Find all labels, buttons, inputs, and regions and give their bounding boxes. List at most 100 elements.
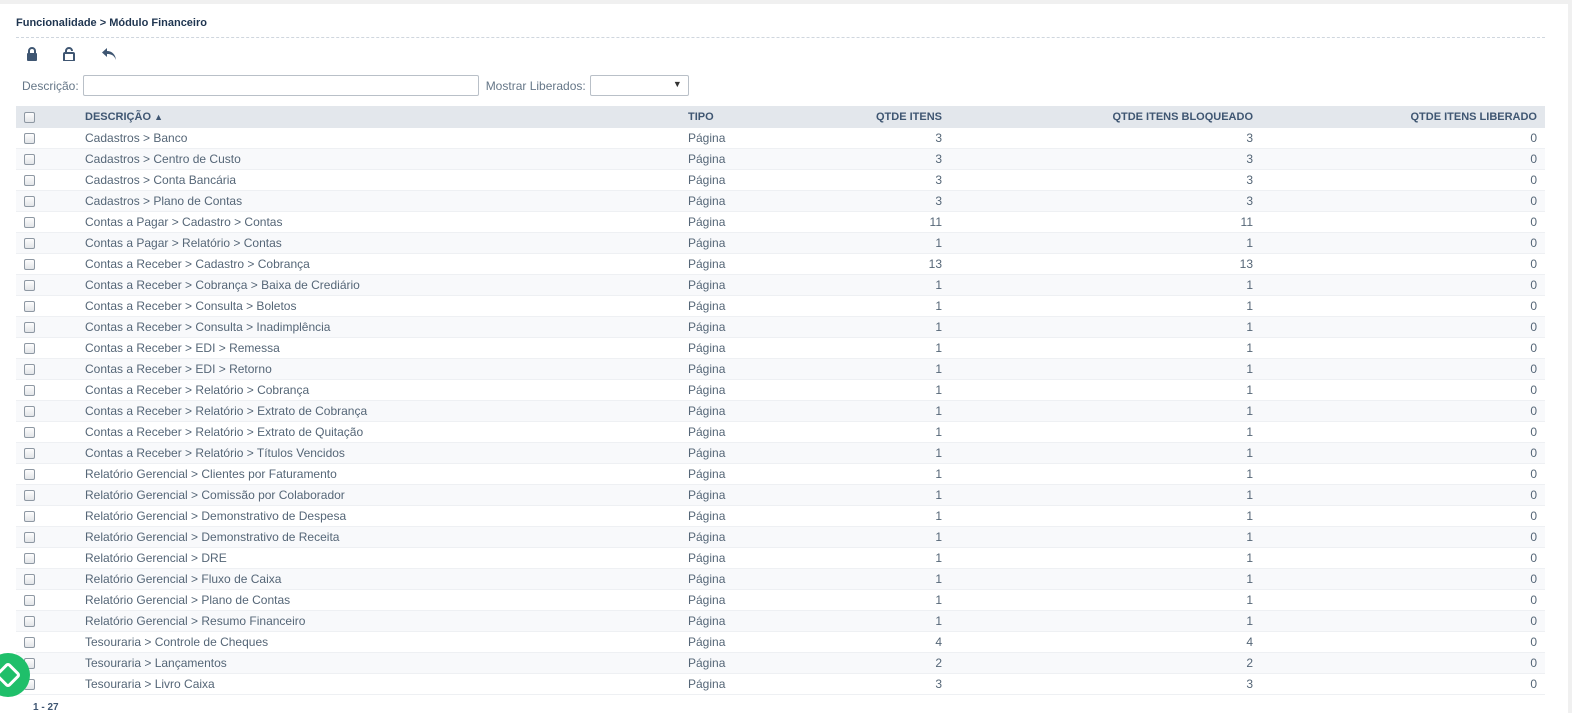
table-row[interactable]: Cadastros > Centro de Custo Página 3 3 0 — [16, 148, 1545, 170]
cell-qtde-itens: 1 — [830, 610, 950, 632]
table-row[interactable]: Relatório Gerencial > Fluxo de Caixa Pági… — [16, 568, 1545, 590]
cell-descricao: Cadastros > Banco — [77, 128, 680, 149]
row-checkbox-cell — [16, 379, 77, 401]
table-row[interactable]: Contas a Pagar > Relatório > Contas Págin… — [16, 232, 1545, 254]
cell-qtde-itens: 1 — [830, 337, 950, 359]
cell-qtde-bloqueado: 3 — [950, 190, 1261, 212]
row-checkbox[interactable] — [24, 490, 35, 502]
row-checkbox[interactable] — [24, 322, 35, 334]
column-header-descricao[interactable]: DESCRIÇÃO ▲ — [77, 106, 680, 128]
mostrar-liberados-label: Mostrar Liberados: — [485, 78, 586, 93]
row-checkbox[interactable] — [24, 301, 35, 313]
cell-qtde-itens: 1 — [830, 442, 950, 464]
cell-descricao: Tesouraria > Lançamentos — [77, 652, 680, 674]
row-checkbox[interactable] — [24, 280, 35, 292]
row-checkbox[interactable] — [24, 259, 35, 271]
cell-tipo: Página — [680, 128, 830, 149]
table-row[interactable]: Contas a Receber > Consulta > Inadimplên… — [16, 316, 1545, 338]
table-row[interactable]: Relatório Gerencial > DRE Página 1 1 0 — [16, 547, 1545, 569]
mostrar-liberados-select[interactable]: ▼ — [589, 75, 689, 96]
row-checkbox[interactable] — [24, 406, 35, 418]
table-row[interactable]: Relatório Gerencial > Resumo Financeiro P… — [16, 610, 1545, 632]
table-row[interactable]: Relatório Gerencial > Clientes por Fatur… — [16, 463, 1545, 485]
row-checkbox[interactable] — [24, 595, 35, 607]
select-all-checkbox[interactable] — [24, 111, 35, 123]
row-checkbox[interactable] — [24, 469, 35, 481]
cell-descricao: Relatório Gerencial > Resumo Financeiro — [77, 610, 680, 632]
table-row[interactable]: Relatório Gerencial > Plano de Contas Pág… — [16, 589, 1545, 611]
row-checkbox[interactable] — [24, 196, 35, 208]
cell-qtde-liberado: 0 — [1261, 169, 1545, 191]
back-button[interactable] — [98, 44, 120, 64]
cell-descricao: Contas a Receber > Relatório > Cobrança — [77, 379, 680, 401]
column-header-tipo[interactable]: TIPO — [680, 106, 830, 128]
column-header-qtde-bloqueado[interactable]: QTDE ITENS BLOQUEADO — [950, 106, 1261, 128]
table-row[interactable]: Relatório Gerencial > Demonstrativo de D… — [16, 505, 1545, 527]
table-row[interactable]: Contas a Pagar > Cadastro > Contas Página… — [16, 211, 1545, 233]
table-row[interactable]: Relatório Gerencial > Demonstrativo de R… — [16, 526, 1545, 548]
table-row[interactable]: Contas a Receber > Relatório > Títulos V… — [16, 442, 1545, 464]
row-checkbox[interactable] — [24, 364, 35, 376]
column-header-qtde-itens[interactable]: QTDE ITENS — [830, 106, 950, 128]
table-row[interactable]: Contas a Receber > Relatório > Cobrança P… — [16, 379, 1545, 401]
cell-tipo: Página — [680, 169, 830, 191]
cell-qtde-liberado: 0 — [1261, 673, 1545, 695]
cell-qtde-bloqueado: 13 — [950, 253, 1261, 275]
cell-qtde-liberado: 0 — [1261, 295, 1545, 317]
cell-qtde-bloqueado: 4 — [950, 631, 1261, 653]
cell-qtde-itens: 1 — [830, 295, 950, 317]
cell-qtde-bloqueado: 1 — [950, 400, 1261, 422]
row-checkbox[interactable] — [24, 448, 35, 460]
row-checkbox[interactable] — [24, 385, 35, 397]
row-checkbox[interactable] — [24, 553, 35, 565]
table-row[interactable]: Contas a Receber > Cadastro > Cobrança Pá… — [16, 253, 1545, 275]
table-row[interactable]: Contas a Receber > Consulta > Boletos Pág… — [16, 295, 1545, 317]
row-checkbox[interactable] — [24, 427, 35, 439]
cell-descricao: Relatório Gerencial > Fluxo de Caixa — [77, 568, 680, 590]
table-row[interactable]: Cadastros > Banco Página 3 3 0 — [16, 128, 1545, 149]
column-header-qtde-liberado[interactable]: QTDE ITENS LIBERADO — [1261, 106, 1545, 128]
cell-qtde-itens: 1 — [830, 316, 950, 338]
table-row[interactable]: Tesouraria > Livro Caixa Página 3 3 0 — [16, 673, 1545, 695]
table-row[interactable]: Tesouraria > Lançamentos Página 2 2 0 — [16, 652, 1545, 674]
row-checkbox[interactable] — [24, 133, 35, 145]
cell-descricao: Contas a Receber > Relatório > Títulos V… — [77, 442, 680, 464]
cell-qtde-itens: 1 — [830, 274, 950, 296]
row-checkbox[interactable] — [24, 238, 35, 250]
table-row[interactable]: Contas a Receber > Cobrança > Baixa de C… — [16, 274, 1545, 296]
table-row[interactable]: Contas a Receber > EDI > Remessa Página 1 1… — [16, 337, 1545, 359]
filters-bar: Descrição: Mostrar Liberados: ▼ — [22, 74, 689, 97]
row-checkbox[interactable] — [24, 511, 35, 523]
chevron-down-icon: ▼ — [672, 79, 682, 89]
row-checkbox[interactable] — [24, 616, 35, 628]
cell-qtde-itens: 1 — [830, 421, 950, 443]
cell-qtde-itens: 3 — [830, 169, 950, 191]
row-checkbox[interactable] — [24, 154, 35, 166]
table-row[interactable]: Relatório Gerencial > Comissão por Colab… — [16, 484, 1545, 506]
row-checkbox-cell — [16, 232, 77, 254]
row-checkbox[interactable] — [24, 574, 35, 586]
row-checkbox[interactable] — [24, 532, 35, 544]
table-row[interactable]: Cadastros > Conta Bancária Página 3 3 0 — [16, 169, 1545, 191]
row-checkbox[interactable] — [24, 217, 35, 229]
table-row[interactable]: Contas a Receber > EDI > Retorno Página 1 1… — [16, 358, 1545, 380]
cell-qtde-liberado: 0 — [1261, 148, 1545, 170]
table-row[interactable]: Cadastros > Plano de Contas Página 3 3 0 — [16, 190, 1545, 212]
table-row[interactable]: Contas a Receber > Relatório > Extrato d… — [16, 400, 1545, 422]
cell-qtde-itens: 1 — [830, 400, 950, 422]
row-checkbox-cell — [16, 568, 77, 590]
row-checkbox[interactable] — [24, 175, 35, 187]
table-row[interactable]: Contas a Receber > Relatório > Extrato d… — [16, 421, 1545, 443]
table-row[interactable]: Tesouraria > Controle de Cheques Página 4 4… — [16, 631, 1545, 653]
row-checkbox-cell — [16, 358, 77, 380]
row-checkbox[interactable] — [24, 343, 35, 355]
unlock-icon — [63, 47, 75, 61]
row-checkbox-cell — [16, 421, 77, 443]
descricao-input[interactable] — [82, 75, 479, 96]
lock-button[interactable] — [21, 44, 43, 64]
unlock-button[interactable] — [58, 44, 80, 64]
row-checkbox-cell — [16, 547, 77, 569]
cell-qtde-bloqueado: 3 — [950, 169, 1261, 191]
cell-qtde-itens: 4 — [830, 631, 950, 653]
row-checkbox[interactable] — [24, 637, 35, 649]
